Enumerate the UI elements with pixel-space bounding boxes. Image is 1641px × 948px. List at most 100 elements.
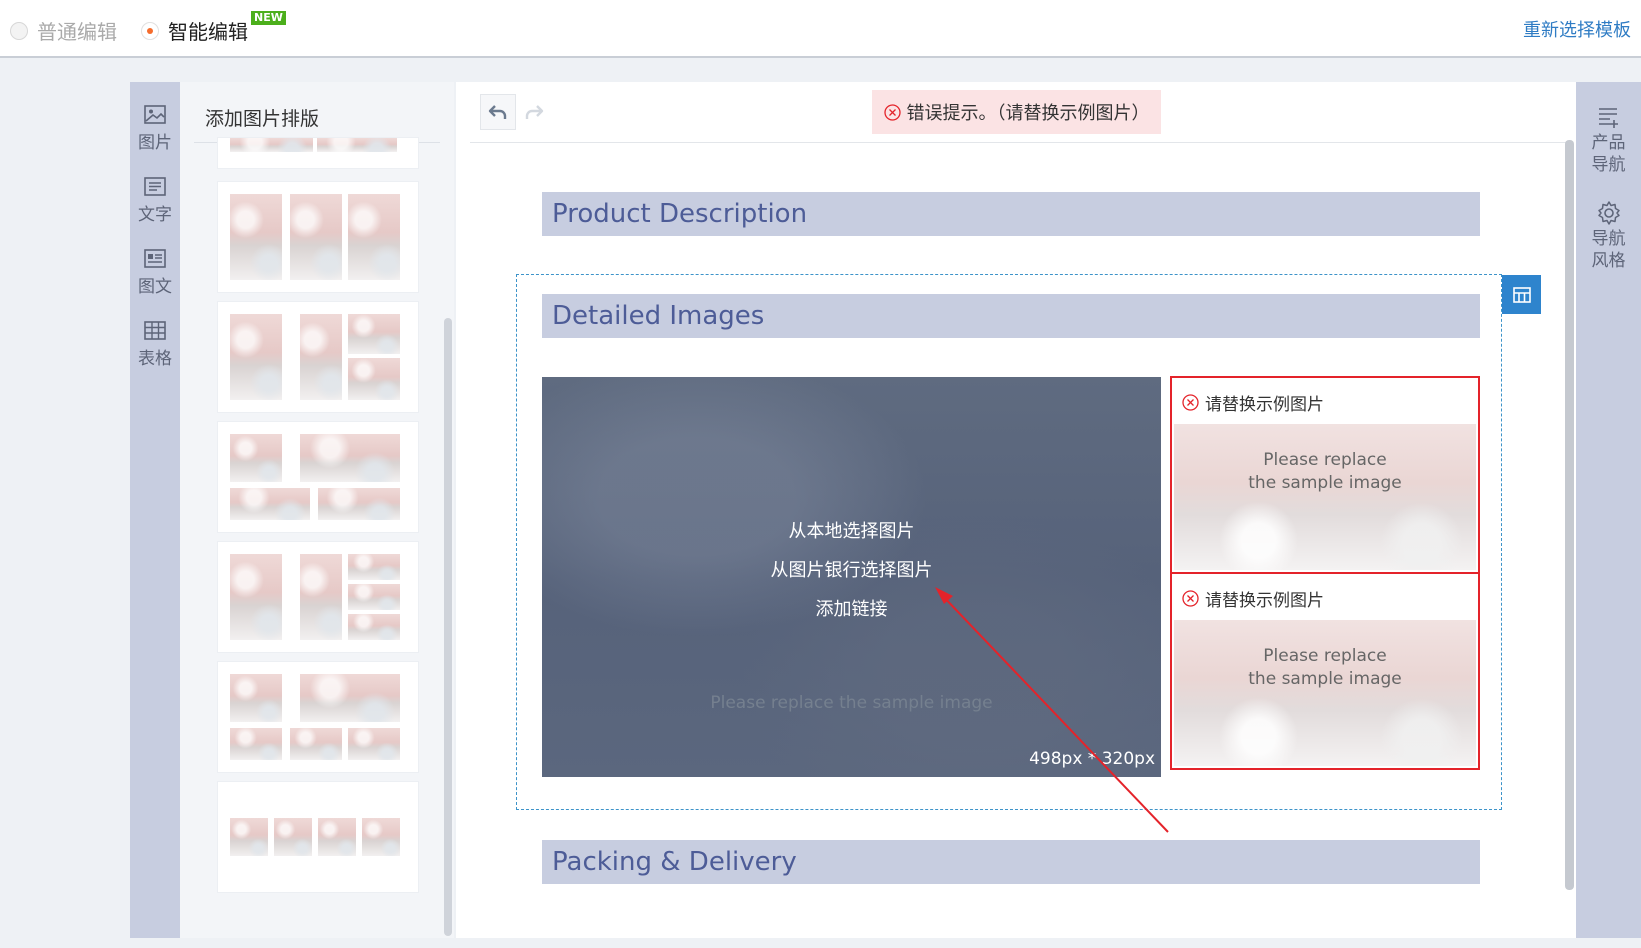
image-icon — [143, 104, 167, 126]
layout-panel-title: 添加图片排版 — [205, 108, 320, 130]
layout-thumb-image — [230, 728, 282, 760]
layout-thumb-image — [290, 194, 342, 280]
section-packing-delivery[interactable]: Packing & Delivery — [542, 840, 1480, 884]
section-title: Product Description — [552, 199, 808, 229]
layout-thumb-partial[interactable] — [218, 138, 418, 168]
layout-thumb-image — [348, 728, 400, 760]
product-navigation-button[interactable]: 产品 导航 — [1576, 104, 1641, 176]
editor-toolbar-divider — [470, 142, 1570, 143]
error-circle-icon — [883, 103, 901, 121]
mode-smart-label: 智能编辑 — [168, 20, 248, 44]
small-card-header: 请替换示例图片 — [1182, 390, 1324, 415]
layout-thumb-5[interactable] — [218, 662, 418, 772]
layout-thumb-image — [300, 674, 400, 722]
navigation-style-button[interactable]: 导航 风格 — [1576, 200, 1641, 272]
mode-bar: 普通编辑 智能编辑 NEW 重新选择模板 — [0, 0, 1641, 58]
mode-smart-option[interactable]: 智能编辑 — [141, 16, 248, 45]
layout-thumb-image — [230, 194, 282, 280]
left-tool-bar: 图片 文字 图文 表格 — [130, 82, 180, 938]
small-card-header-text: 请替换示例图片 — [1205, 395, 1324, 415]
layout-thumb-image — [230, 554, 282, 640]
select-image-bank-option[interactable]: 从图片银行选择图片 — [542, 556, 1161, 582]
layout-thumb-3[interactable] — [218, 422, 418, 532]
table-icon — [143, 320, 167, 342]
layout-thumb-1[interactable] — [218, 182, 418, 292]
tab-image-text-label: 图文 — [138, 277, 172, 297]
select-local-image-option[interactable]: 从本地选择图片 — [542, 517, 1161, 543]
image-text-icon — [143, 248, 167, 270]
layout-thumb-image — [317, 138, 397, 152]
layout-thumb-image — [348, 358, 400, 400]
layout-thumb-image — [230, 818, 268, 856]
mode-normal-option[interactable]: 普通编辑 — [10, 16, 117, 45]
layout-thumb-image — [230, 488, 310, 520]
error-banner: 错误提示。（请替换示例图片） — [872, 90, 1161, 134]
layout-thumb-image — [290, 728, 342, 760]
editor-canvas: 错误提示。（请替换示例图片） Product Description Detai… — [456, 82, 1576, 938]
layout-thumb-image — [348, 194, 400, 280]
small-card-placeholder-line1: Please replace — [1263, 646, 1387, 666]
layout-thumb-image — [230, 314, 282, 400]
main-image-placeholder[interactable]: 从本地选择图片 从图片银行选择图片 添加链接 Please replace th… — [542, 377, 1161, 777]
layout-thumb-image — [348, 614, 400, 640]
layout-thumb-image — [348, 584, 400, 610]
image-size-label: 498px * 320px — [1029, 749, 1155, 769]
section-detailed-images[interactable]: Detailed Images — [542, 294, 1480, 338]
layout-thumb-image — [230, 434, 282, 482]
redo-button[interactable] — [516, 94, 552, 130]
layout-thumb-image — [300, 314, 342, 400]
layout-thumb-2[interactable] — [218, 302, 418, 412]
layout-panel-scrollbar[interactable] — [444, 318, 452, 936]
small-card-header: 请替换示例图片 — [1182, 586, 1324, 611]
add-link-option[interactable]: 添加链接 — [542, 595, 1161, 621]
small-card-placeholder-line2: the sample image — [1248, 669, 1402, 689]
tab-text-label: 文字 — [138, 205, 172, 225]
section-title: Detailed Images — [552, 301, 765, 331]
navigation-style-line1: 导航 — [1591, 229, 1626, 249]
error-banner-text: 错误提示。（请替换示例图片） — [906, 103, 1150, 124]
layout-grid-icon — [1512, 286, 1531, 303]
editor-scrollbar[interactable] — [1565, 140, 1574, 890]
layout-thumb-image — [318, 488, 400, 520]
tab-image-label: 图片 — [138, 133, 172, 153]
layout-thumb-image — [318, 818, 356, 856]
small-card-image[interactable]: Please replace the sample image — [1174, 620, 1476, 766]
section-title: Packing & Delivery — [552, 847, 797, 877]
undo-button[interactable] — [480, 94, 516, 130]
radio-normal[interactable] — [10, 21, 28, 40]
small-image-card-1[interactable]: 请替换示例图片 Please replace the sample image — [1170, 376, 1480, 574]
tab-image[interactable]: 图片 — [130, 104, 180, 153]
layout-panel: 添加图片排版 — [180, 82, 454, 938]
error-circle-icon — [1182, 394, 1199, 411]
layout-thumb-image — [362, 818, 400, 856]
list-add-icon — [1598, 108, 1618, 128]
right-tool-bar: 产品 导航 导航 风格 — [1576, 82, 1641, 938]
layout-thumb-6[interactable] — [218, 782, 418, 892]
error-circle-icon — [1182, 590, 1199, 607]
undo-icon — [488, 105, 507, 119]
new-badge: NEW — [251, 11, 286, 25]
layout-thumb-image — [300, 554, 342, 640]
tab-image-text[interactable]: 图文 — [130, 248, 180, 297]
tab-text[interactable]: 文字 — [130, 176, 180, 225]
small-card-header-text: 请替换示例图片 — [1205, 591, 1324, 611]
layout-thumb-4[interactable] — [218, 542, 418, 652]
layout-thumb-image — [300, 434, 400, 482]
tab-table-label: 表格 — [138, 349, 172, 369]
redo-icon — [525, 105, 544, 119]
layout-thumb-image — [230, 138, 313, 152]
image-watermark-text: Please replace the sample image — [710, 693, 993, 713]
section-product-description[interactable]: Product Description — [542, 192, 1480, 236]
small-card-placeholder-line2: the sample image — [1248, 473, 1402, 493]
reselect-template-link[interactable]: 重新选择模板 — [1523, 16, 1631, 42]
small-image-card-2[interactable]: 请替换示例图片 Please replace the sample image — [1170, 572, 1480, 770]
navigation-style-line2: 风格 — [1591, 251, 1626, 271]
small-card-placeholder-line1: Please replace — [1263, 450, 1387, 470]
module-layout-button[interactable] — [1502, 275, 1541, 314]
small-card-image[interactable]: Please replace the sample image — [1174, 424, 1476, 570]
layout-thumb-image — [230, 674, 282, 722]
radio-smart[interactable] — [141, 21, 159, 40]
tab-table[interactable]: 表格 — [130, 320, 180, 369]
layout-thumb-image — [348, 554, 400, 580]
product-navigation-line2: 导航 — [1591, 155, 1626, 175]
